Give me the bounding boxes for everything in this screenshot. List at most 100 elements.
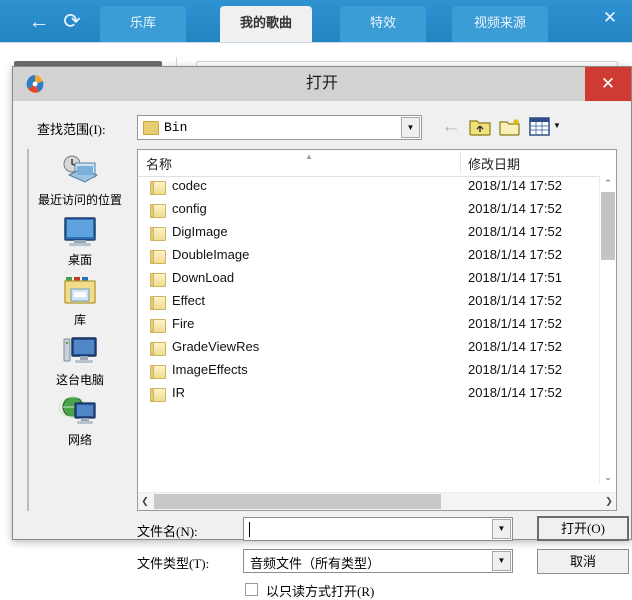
file-name-cell: codec bbox=[172, 178, 207, 193]
table-row[interactable]: IR 2018/1/14 17:52 bbox=[138, 383, 600, 406]
file-name-cell: Fire bbox=[172, 316, 194, 331]
chevron-down-icon[interactable]: ▼ bbox=[401, 117, 420, 138]
file-date-cell: 2018/1/14 17:52 bbox=[468, 247, 562, 262]
folder-icon bbox=[150, 204, 166, 218]
file-date-cell: 2018/1/14 17:52 bbox=[468, 293, 562, 308]
table-row[interactable]: DigImage 2018/1/14 17:52 bbox=[138, 222, 600, 245]
table-row[interactable]: GradeViewRes 2018/1/14 17:52 bbox=[138, 337, 600, 360]
tab-music-library[interactable]: 乐库 bbox=[100, 6, 186, 42]
table-row[interactable]: ImageEffects2018/1/14 17:52 bbox=[138, 360, 600, 383]
app-top-bar: ← ⟳ 乐库 我的歌曲 特效 视频来源 ✕ bbox=[0, 0, 632, 42]
folder-icon bbox=[150, 342, 166, 356]
place-item-desktop[interactable]: 桌面 bbox=[29, 207, 131, 267]
file-type-value: 音频文件（所有类型） bbox=[250, 553, 380, 572]
dialog-title: 打开 bbox=[13, 67, 631, 101]
file-list-rows: codec2018/1/14 17:52config2018/1/14 17:5… bbox=[138, 176, 600, 484]
this-pc-icon bbox=[59, 333, 101, 371]
file-name-cell: DoubleImage bbox=[172, 247, 249, 262]
places-sidebar: 最近访问的位置 桌面 bbox=[27, 149, 131, 511]
table-row[interactable]: DownLoad 2018/1/14 17:51 bbox=[138, 268, 600, 291]
views-chevron-down-icon[interactable]: ▼ bbox=[552, 121, 562, 131]
dialog-close-button[interactable]: ✕ bbox=[585, 67, 631, 101]
folder-icon bbox=[150, 250, 166, 264]
horizontal-scrollbar[interactable]: ❮ ❯ bbox=[138, 492, 616, 510]
chevron-up-icon[interactable]: ⌃ bbox=[600, 176, 616, 190]
file-date-cell: 2018/1/14 17:52 bbox=[468, 178, 562, 193]
folder-icon bbox=[150, 319, 166, 333]
chevron-left-icon[interactable]: ❮ bbox=[138, 493, 152, 510]
folder-icon bbox=[150, 181, 166, 195]
chevron-down-icon[interactable]: ⌄ bbox=[600, 470, 616, 484]
new-folder-icon[interactable] bbox=[499, 117, 521, 136]
file-name-cell: Effect bbox=[172, 293, 205, 308]
recent-places-icon bbox=[59, 153, 101, 191]
file-date-cell: 2018/1/14 17:52 bbox=[468, 201, 562, 216]
file-list[interactable]: 名称 ▲ 修改日期 codec2018/1/14 17:52config2018… bbox=[137, 149, 617, 511]
look-in-value: Bin bbox=[164, 120, 187, 135]
file-date-cell: 2018/1/14 17:52 bbox=[468, 362, 562, 377]
views-icon[interactable] bbox=[529, 117, 550, 136]
table-row[interactable]: Effect 2018/1/14 17:52 bbox=[138, 291, 600, 314]
table-row[interactable]: DoubleImage 2018/1/14 17:52 bbox=[138, 245, 600, 268]
place-item-this-pc[interactable]: 这台电脑 bbox=[29, 327, 131, 387]
table-row[interactable]: codec 2018/1/14 17:52 bbox=[138, 176, 600, 199]
close-icon[interactable]: ✕ bbox=[598, 6, 622, 30]
place-label: 库 bbox=[29, 313, 131, 327]
cancel-button[interactable]: 取消 bbox=[537, 549, 629, 574]
place-label: 最近访问的位置 bbox=[29, 193, 131, 207]
dialog-title-bar[interactable]: 打开 ✕ bbox=[13, 67, 631, 101]
file-name-cell: DownLoad bbox=[172, 270, 234, 285]
readonly-checkbox[interactable] bbox=[245, 583, 258, 596]
place-label: 这台电脑 bbox=[29, 373, 131, 387]
column-header-name[interactable]: 名称 bbox=[146, 154, 172, 173]
file-name-input[interactable]: ▼ bbox=[243, 517, 513, 541]
arrow-left-icon[interactable]: ← bbox=[24, 8, 54, 36]
chevron-down-icon[interactable]: ▼ bbox=[492, 519, 511, 539]
look-in-combobox[interactable]: Bin ▼ bbox=[137, 115, 422, 140]
up-folder-icon[interactable] bbox=[469, 117, 491, 136]
folder-icon bbox=[150, 296, 166, 310]
dialog-content: 查找范围(I): Bin ▼ ← ▼ bbox=[21, 105, 623, 533]
file-date-cell: 2018/1/14 17:51 bbox=[468, 270, 562, 285]
back-icon[interactable]: ← bbox=[441, 117, 461, 137]
file-type-combobox[interactable]: 音频文件（所有类型） ▼ bbox=[243, 549, 513, 573]
open-file-dialog: 打开 ✕ 查找范围(I): Bin ▼ ← ▼ bbox=[12, 66, 632, 540]
folder-icon bbox=[150, 365, 166, 379]
file-name-label: 文件名(N): bbox=[137, 521, 198, 540]
chevron-down-icon[interactable]: ▼ bbox=[492, 551, 511, 571]
look-in-label: 查找范围(I): bbox=[37, 119, 106, 138]
file-date-cell: 2018/1/14 17:52 bbox=[468, 385, 562, 400]
tab-my-songs[interactable]: 我的歌曲 bbox=[220, 6, 312, 42]
place-item-network[interactable]: 网络 bbox=[29, 387, 131, 447]
file-name-cell: GradeViewRes bbox=[172, 339, 259, 354]
tab-video-source[interactable]: 视频来源 bbox=[452, 6, 548, 42]
network-icon bbox=[59, 393, 101, 431]
folder-icon bbox=[150, 273, 166, 287]
column-separator[interactable] bbox=[460, 153, 461, 173]
readonly-label: 以只读方式打开(R) bbox=[266, 581, 374, 600]
place-label: 网络 bbox=[29, 433, 131, 447]
horizontal-scrollbar-thumb[interactable] bbox=[154, 494, 441, 509]
file-name-cell: IR bbox=[172, 385, 185, 400]
desktop-icon bbox=[59, 213, 101, 251]
vertical-scrollbar-thumb[interactable] bbox=[601, 192, 615, 260]
vertical-scrollbar[interactable]: ⌃ ⌄ bbox=[599, 176, 616, 484]
tab-effects[interactable]: 特效 bbox=[340, 6, 426, 42]
table-row[interactable]: config2018/1/14 17:52 bbox=[138, 199, 600, 222]
place-label: 桌面 bbox=[29, 253, 131, 267]
sort-ascending-icon: ▲ bbox=[305, 152, 313, 161]
table-row[interactable]: Fire2018/1/14 17:52 bbox=[138, 314, 600, 337]
file-date-cell: 2018/1/14 17:52 bbox=[468, 339, 562, 354]
file-date-cell: 2018/1/14 17:52 bbox=[468, 224, 562, 239]
place-item-recent[interactable]: 最近访问的位置 bbox=[29, 149, 131, 207]
open-button[interactable]: 打开(O) bbox=[537, 516, 629, 541]
folder-icon bbox=[150, 227, 166, 241]
chevron-right-icon[interactable]: ❯ bbox=[602, 493, 616, 510]
file-name-cell: DigImage bbox=[172, 224, 228, 239]
reload-icon[interactable]: ⟳ bbox=[57, 8, 87, 36]
place-item-libraries[interactable]: 库 bbox=[29, 267, 131, 327]
libraries-icon bbox=[59, 273, 101, 311]
text-caret bbox=[249, 522, 250, 537]
folder-icon bbox=[150, 388, 166, 402]
column-header-date[interactable]: 修改日期 bbox=[468, 154, 520, 173]
